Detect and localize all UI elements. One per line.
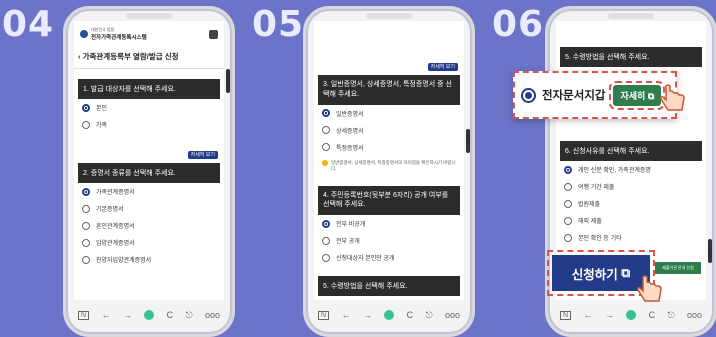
radio-icon (564, 216, 572, 225)
e-wallet-label: 전자문서지갑 (542, 90, 606, 102)
radio-option-specific[interactable]: 특정증명서 (314, 139, 464, 156)
step-number-4: 04 (2, 4, 55, 45)
radio-option-detail[interactable]: 상세증명서 (314, 122, 464, 139)
radio-option-cert-4[interactable]: 입양관계증명서 (74, 234, 224, 251)
radio-selected-icon (322, 219, 330, 228)
radio-option-cert-5[interactable]: 친양자입양관계증명서 (74, 251, 224, 268)
more-icon[interactable]: ooo (445, 310, 460, 320)
logo-title: 전자가족관계등록시스템 (91, 35, 147, 41)
phone-notch (366, 13, 412, 19)
e-wallet-callout[interactable]: 전자문서지갑 자세히 ⧉ (513, 71, 677, 119)
radio-icon (564, 199, 572, 208)
radio-option-self[interactable]: 본인 (74, 99, 224, 116)
back-arrow-icon[interactable]: ← (341, 310, 350, 320)
radio-icon (322, 143, 330, 152)
section-5-header: 5. 수령방법을 선택해 주세요. (318, 276, 460, 297)
radio-option-reason-5[interactable]: 본인 확인 등 기타 (556, 229, 706, 246)
phone-screen: 대한민국 법원 전자가족관계등록시스템 ‹ 가족관계등록부 열람/발급 신청 1… (74, 21, 224, 300)
page-title: ‹ 가족관계등록부 열람/발급 신청 (74, 43, 224, 69)
radio-selected-icon (564, 165, 572, 174)
browser-bottom-bar: N ← → C ⎋ ooo (556, 304, 706, 326)
radio-icon (82, 204, 90, 213)
step-number-5: 05 (252, 4, 305, 45)
radio-selected-icon (521, 87, 536, 103)
forward-arrow-icon[interactable]: → (123, 310, 132, 320)
agency-guide-button[interactable]: 제출기관 안내 신청 (655, 262, 701, 274)
scrollbar[interactable] (226, 69, 230, 93)
radio-option-family[interactable]: 가족 (74, 116, 224, 133)
section-5-header: 5. 수령방법을 선택해 주세요. (560, 47, 702, 67)
refresh-icon[interactable]: C (167, 310, 174, 320)
browser-bottom-bar: N ← → C ⎋ ooo (74, 304, 224, 326)
phone-step-5: 자세히 보기 3. 일반증명서, 상세증명서, 특정증명서 중 선택해 주세요.… (303, 6, 475, 337)
back-arrow-icon[interactable]: ← (583, 310, 592, 320)
external-link-icon: ⧉ (647, 90, 655, 101)
phone-screen: 자세히 보기 3. 일반증명서, 상세증명서, 특정증명서 중 선택해 주세요.… (314, 21, 464, 300)
home-icon[interactable] (384, 310, 395, 320)
detail-button[interactable]: 자세히 ⧉ (609, 80, 666, 110)
radio-option-reason-4[interactable]: 해외 제출 (556, 212, 706, 229)
menu-icon[interactable] (209, 29, 218, 39)
site-logo[interactable]: 대한민국 법원 전자가족관계등록시스템 (80, 27, 147, 41)
radio-selected-icon (82, 187, 90, 196)
radio-option-cert-1[interactable]: 가족관계증명서 (74, 183, 224, 200)
info-note: 일반증명서, 상세증명서, 특정증명서의 차이점을 확인하시기 바랍니다. (314, 156, 464, 176)
radio-option-reason-1[interactable]: 개인 신분 확인, 가족관계증명 (556, 161, 706, 178)
home-icon[interactable] (626, 310, 637, 320)
external-link-icon: ⧉ (621, 265, 631, 280)
radio-icon (564, 182, 572, 191)
radio-option-hide-all[interactable]: 전부 비공개 (314, 215, 464, 232)
n-logo-icon[interactable]: N (318, 310, 330, 320)
share-icon[interactable]: ⎋ (425, 310, 432, 321)
n-logo-icon[interactable]: N (560, 310, 572, 320)
browser-bottom-bar: N ← → C ⎋ ooo (314, 304, 464, 326)
hand-pointer-icon (637, 275, 662, 302)
radio-icon (82, 255, 90, 264)
section-2-header: 2. 증명서 종류를 선택해 주세요. (78, 163, 220, 183)
n-logo-icon[interactable]: N (78, 310, 90, 320)
more-icon[interactable]: ooo (205, 310, 220, 320)
scrollbar[interactable] (708, 239, 712, 263)
phone-notch (608, 13, 654, 19)
refresh-icon[interactable]: C (649, 310, 656, 320)
radio-selected-icon (82, 103, 90, 112)
radio-option-self-only[interactable]: 신청대상자 본인만 공개 (314, 249, 464, 266)
radio-option-reason-3[interactable]: 법원제출 (556, 195, 706, 212)
section-1-header: 1. 발급 대상자를 선택해 주세요. (78, 79, 220, 99)
info-icon (322, 159, 328, 166)
back-arrow-icon[interactable]: ← (101, 310, 110, 320)
radio-icon (322, 253, 330, 262)
radio-selected-icon (322, 109, 330, 118)
more-icon[interactable]: ooo (687, 310, 702, 320)
phone-notch (126, 13, 172, 19)
radio-icon (322, 126, 330, 135)
radio-icon (322, 236, 330, 245)
section-6-header: 6. 신청사유를 선택해 주세요. (560, 141, 702, 161)
section-3-header: 3. 일반증명서, 상세증명서, 특정증명서 중 선택해 주세요. (318, 75, 460, 105)
forward-arrow-icon[interactable]: → (363, 310, 372, 320)
scrollbar[interactable] (466, 129, 470, 153)
court-emblem-icon (80, 30, 88, 38)
hand-pointer-icon (660, 84, 685, 111)
radio-option-cert-2[interactable]: 기본증명서 (74, 200, 224, 217)
share-icon[interactable]: ⎋ (667, 310, 674, 321)
forward-arrow-icon[interactable]: → (605, 310, 614, 320)
radio-option-general[interactable]: 일반증명서 (314, 105, 464, 122)
refresh-icon[interactable]: C (407, 310, 414, 320)
radio-icon (564, 233, 572, 242)
step-number-6: 06 (492, 4, 545, 45)
radio-icon (82, 221, 90, 230)
radio-icon (82, 120, 90, 129)
detail-tag[interactable]: 자세히 보기 (187, 151, 218, 159)
detail-tag[interactable]: 자세히 보기 (427, 63, 458, 71)
radio-option-cert-3[interactable]: 혼인관계증명서 (74, 217, 224, 234)
section-4-header: 4. 주민등록번호(뒷부분 6자리) 공개 여부를 선택해 주세요. (318, 185, 460, 216)
phone-step-4: 대한민국 법원 전자가족관계등록시스템 ‹ 가족관계등록부 열람/발급 신청 1… (63, 6, 235, 337)
radio-icon (82, 238, 90, 247)
share-icon[interactable]: ⎋ (185, 310, 192, 321)
radio-option-reason-2[interactable]: 여행 기간 제출 (556, 178, 706, 195)
home-icon[interactable] (144, 310, 155, 320)
radio-option-show-all[interactable]: 전부 공개 (314, 232, 464, 249)
